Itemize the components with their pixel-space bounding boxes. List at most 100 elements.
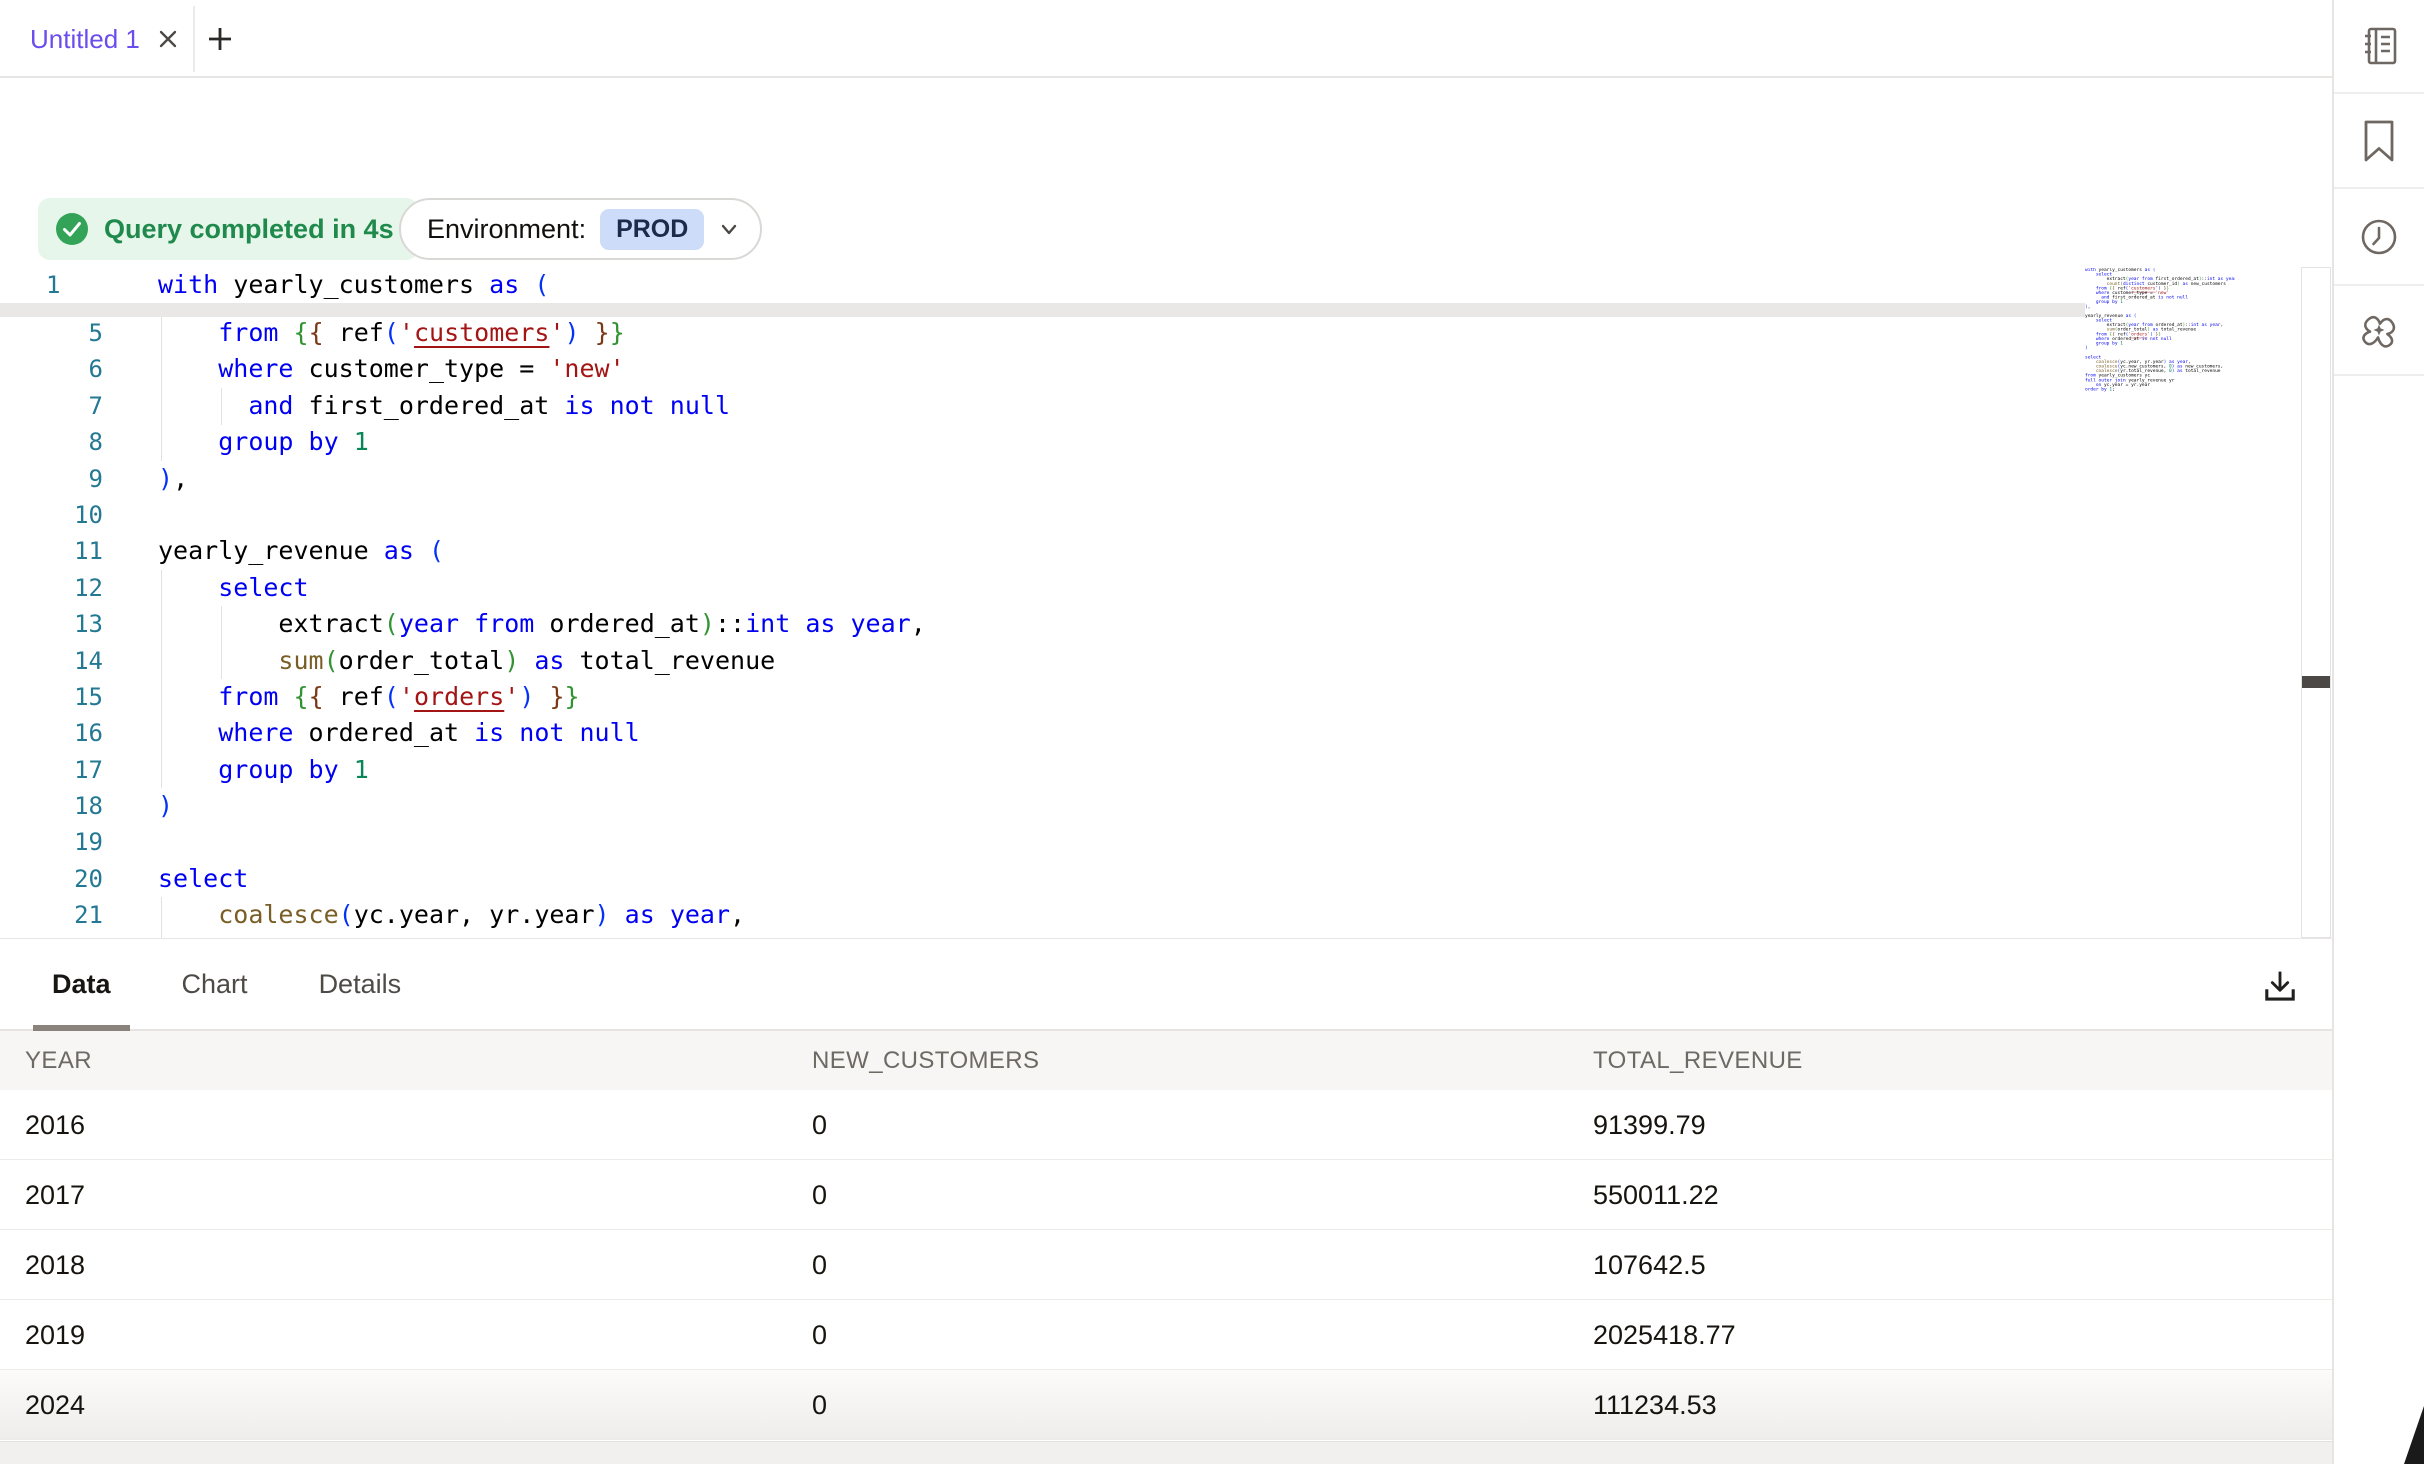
table-cell: 2018 [25,1230,85,1300]
table-cell: 0 [812,1370,827,1440]
tab-chart[interactable]: Chart [163,939,267,1029]
line-number: 18 [0,788,103,824]
code-line[interactable]: 19 [0,824,2332,860]
indent-guide [221,606,222,679]
line-number: 12 [0,570,103,606]
editor-scrollbar-track[interactable] [2301,267,2331,938]
code-line[interactable]: 16 where ordered_at is not null [0,715,2332,751]
line-number: 19 [0,824,103,860]
line-number: 17 [0,752,103,788]
code-line[interactable]: 1with yearly_customers as ( [0,267,2090,303]
table-cell: 111234.53 [1593,1370,1717,1440]
code-lines[interactable]: 5 from {{ ref('customers') }}6 where cus… [0,315,2332,938]
code-line[interactable]: 18) [0,788,2332,824]
code-line[interactable]: 12 select [0,570,2332,606]
indent-guide [161,570,162,788]
line-number: 9 [0,461,103,497]
code-line[interactable]: 14 sum(order_total) as total_revenue [0,643,2332,679]
code-line[interactable]: 21 coalesce(yc.year, yr.year) as year, [0,897,2332,933]
check-circle-icon [54,211,90,247]
compass-icon [2357,308,2401,352]
code-line[interactable]: 13 extract(year from ordered_at)::int as… [0,606,2332,642]
table-cell: 2016 [25,1090,85,1160]
environment-value-badge: PROD [600,209,704,250]
resize-grip[interactable] [2404,1406,2424,1464]
line-number: 16 [0,715,103,751]
column-header: YEAR [25,1031,92,1090]
code-line[interactable]: 17 group by 1 [0,752,2332,788]
minimap[interactable]: with yearly_customers as ( select extrac… [2085,268,2235,398]
query-status-text: Query completed in 4s [104,214,394,245]
line-number: 14 [0,643,103,679]
table-body[interactable]: 2016 0 91399.79 2017 0 550011.2220180107642.5… [0,1090,2332,1440]
column-header: TOTAL_REVENUE [1593,1031,1803,1090]
tab-data[interactable]: Data [33,939,130,1029]
table-cell: 0 [812,1160,827,1230]
sticky-line[interactable]: 1with yearly_customers as ( [0,267,2090,303]
query-status-badge: Query completed in 4s [38,198,418,260]
line-number: 15 [0,679,103,715]
line-number: 5 [0,315,103,351]
app-window: Untitled 1 Develop Run [0,0,2424,1464]
chevron-down-icon [718,218,740,240]
sidebar-item-history[interactable] [2334,189,2424,286]
code-line[interactable]: 6 where customer_type = 'new' [0,351,2332,387]
table-row: 2019 0 2025418.77 [0,1300,2332,1370]
table-cell: 2019 [25,1300,85,1370]
code-line[interactable]: 9), [0,461,2332,497]
right-sidebar [2332,0,2424,1464]
indent-guide [161,897,162,938]
close-icon[interactable] [156,27,180,51]
plus-icon[interactable] [205,24,235,54]
minimap-content: with yearly_customers as ( select extrac… [2085,268,2235,392]
table-cell: 2025418.77 [1593,1300,1736,1370]
horizontal-scrollbar[interactable] [0,1441,2332,1464]
tab-divider [193,6,195,72]
sticky-scroll-band [0,303,2090,317]
code-line[interactable]: 20select [0,861,2332,897]
notebook-icon [2357,24,2401,68]
code-line[interactable]: 7 and first_ordered_at is not null [0,388,2332,424]
table-cell: 2024 [25,1370,85,1440]
table-cell: 550011.22 [1593,1160,1719,1230]
clock-icon [2357,215,2401,259]
bookmark-icon [2360,118,2398,164]
sidebar-item-explore[interactable] [2334,286,2424,376]
column-header: NEW_CUSTOMERS [812,1031,1039,1090]
line-number: 21 [0,897,103,933]
table-row: 2017 0 550011.22 [0,1160,2332,1230]
code-line[interactable]: 11yearly_revenue as ( [0,533,2332,569]
results-panel: Data Chart Details YEAR NEW_CUSTOMERS TOTAL_… [0,938,2332,1464]
code-line[interactable]: 5 from {{ ref('customers') }} [0,315,2332,351]
line-number: 8 [0,424,103,460]
line-number: 13 [0,606,103,642]
toolbar: Develop Run [0,78,2332,176]
code-line[interactable]: 8 group by 1 [0,424,2332,460]
indent-guide [221,388,222,425]
sidebar-item-bookmarks[interactable] [2334,94,2424,189]
table-cell: 91399.79 [1593,1090,1706,1160]
download-icon[interactable] [2258,965,2302,1009]
sql-editor[interactable]: 5 from {{ ref('customers') }}6 where cus… [0,265,2332,938]
results-tabs: Data Chart Details [0,939,2332,1031]
table-cell: 0 [812,1300,827,1370]
line-number: 10 [0,497,103,533]
code-line[interactable]: 15 from {{ ref('orders') }} [0,679,2332,715]
line-number: 7 [0,388,103,424]
tab-untitled-1[interactable]: Untitled 1 [0,0,206,78]
tab-details[interactable]: Details [300,939,421,1029]
status-bar: Query completed in 4s Environment: PROD [0,176,2332,265]
table-row: 20180107642.5 [0,1230,2332,1300]
table-row: 2024 0 111234.53 [0,1370,2332,1440]
sidebar-item-notebook[interactable] [2334,0,2424,94]
line-number: 1 [46,267,106,303]
editor-scrollbar-thumb[interactable] [2302,676,2330,688]
table-cell: 2017 [25,1160,85,1230]
tab-bar: Untitled 1 [0,0,2332,78]
environment-label: Environment: [427,214,586,245]
indent-guide [161,317,162,461]
code-line[interactable]: 10 [0,497,2332,533]
line-number: 6 [0,351,103,387]
environment-selector[interactable]: Environment: PROD [399,198,762,260]
table-header: YEAR NEW_CUSTOMERS TOTAL_REVENUE [0,1031,2332,1090]
